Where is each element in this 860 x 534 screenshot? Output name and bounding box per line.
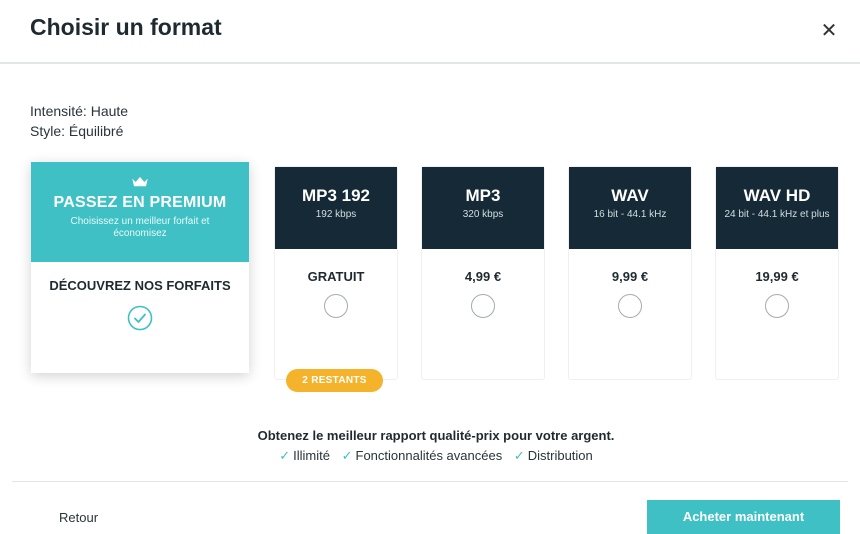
format-radio[interactable] [324,294,348,318]
format-desc: 24 bit - 44.1 kHz et plus [724,209,830,220]
format-name: WAV HD [743,186,811,205]
format-price: 4,99 € [464,269,502,284]
feature-item: ✓ Illimité [279,448,330,463]
promo-section: Obtenez le meilleur rapport qualité-prix… [0,428,860,464]
premium-header: PASSEZ EN PREMIUM Choisissez un meilleur… [31,162,249,262]
format-radio[interactable] [765,294,789,318]
back-button[interactable]: Retour [59,510,98,525]
check-icon: ✓ [279,448,291,463]
footer-divider [12,481,848,482]
format-header: MP3 320 kbps [422,167,544,249]
check-circle-icon [127,305,153,331]
format-card-wav[interactable]: WAV 16 bit - 44.1 kHz 9,99 € [568,166,692,380]
format-name: MP3 192 [301,186,371,205]
feature-list: ✓ Illimité ✓ Fonctionnalités avancées ✓ Dis… [12,448,860,464]
format-price: 9,99 € [611,269,649,284]
close-icon[interactable]: ✕ [818,20,840,42]
format-price: GRATUIT [307,269,365,284]
premium-title: PASSEZ EN PREMIUM [53,194,227,211]
format-desc: 192 kbps [315,209,357,220]
format-radio[interactable] [471,294,495,318]
format-header: WAV HD 24 bit - 44.1 kHz et plus [716,167,838,249]
premium-body: DÉCOUVREZ NOS FORFAITS [31,262,249,331]
style-label: Style: Équilibré [30,123,124,139]
format-desc: 320 kbps [462,209,504,220]
intensity-label: Intensité: Haute [30,103,129,119]
format-header: MP3 192 192 kbps [275,167,397,249]
feature-item: ✓ Distribution [513,448,593,463]
format-price: 19,99 € [755,269,799,284]
dialog-title: Choisir un format [30,14,222,40]
format-header: WAV 16 bit - 44.1 kHz [569,167,691,249]
premium-subtitle: Choisissez un meilleur forfait et économ… [70,216,210,239]
format-card-mp3[interactable]: MP3 320 kbps 4,99 € [421,166,545,380]
promo-text: Obtenez le meilleur rapport qualité-prix… [257,428,615,443]
crown-icon [132,176,148,187]
format-radio[interactable] [618,294,642,318]
format-name: WAV [611,186,649,205]
format-card-mp3-192[interactable]: MP3 192 192 kbps GRATUIT [274,166,398,380]
dialog-header: Choisir un format ✕ [0,0,860,64]
remaining-badge: 2 RESTANTS [286,369,383,392]
buy-now-button[interactable]: Acheter maintenant [647,500,840,534]
format-card-wav-hd[interactable]: WAV HD 24 bit - 44.1 kHz et plus 19,99 € [715,166,839,380]
check-icon: ✓ [341,448,353,463]
track-meta: Intensité: Haute Style: Équilibré [30,101,128,141]
check-icon: ✓ [513,448,525,463]
feature-item: ✓ Fonctionnalités avancées [341,448,503,463]
premium-card[interactable]: PASSEZ EN PREMIUM Choisissez un meilleur… [31,162,249,373]
format-desc: 16 bit - 44.1 kHz [593,209,667,220]
discover-plans-link[interactable]: DÉCOUVREZ NOS FORFAITS [31,278,249,293]
format-name: MP3 [465,186,501,205]
